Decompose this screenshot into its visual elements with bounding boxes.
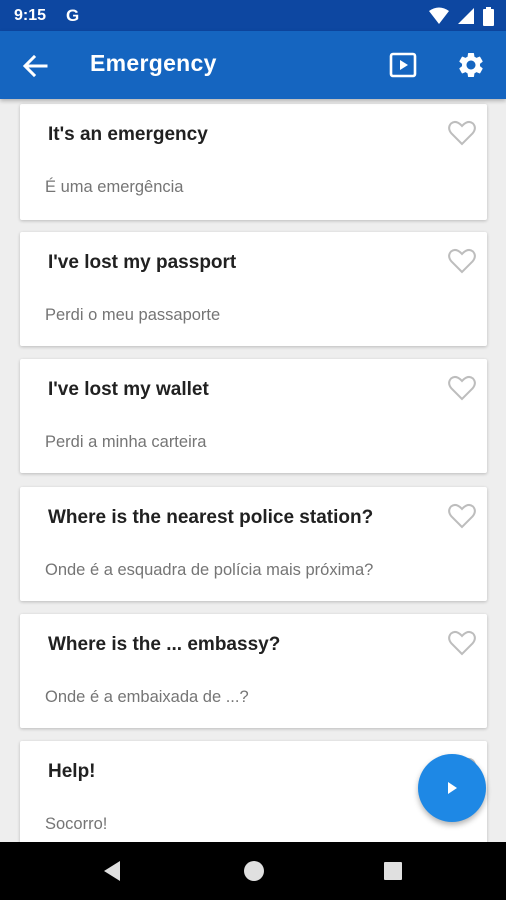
phrase-text: Where is the nearest police station? xyxy=(48,507,374,528)
status-icons xyxy=(429,6,494,26)
translation-text: É uma emergência xyxy=(45,178,184,196)
google-g-icon: G xyxy=(66,6,80,25)
heart-outline-icon[interactable] xyxy=(448,120,476,146)
status-time: 9:15 xyxy=(14,7,47,24)
heart-outline-icon[interactable] xyxy=(448,503,476,529)
translation-text: Perdi o meu passaporte xyxy=(45,306,221,324)
nav-home-icon[interactable] xyxy=(244,861,264,881)
phrase-card[interactable]: It's an emergency É uma emergência xyxy=(20,104,487,220)
app-bar: Emergency xyxy=(0,31,506,99)
phrase-text: Help! xyxy=(48,761,96,782)
cell-signal-icon xyxy=(458,8,474,24)
play-all-button[interactable] xyxy=(418,754,486,822)
phrase-card[interactable]: I've lost my passport Perdi o meu passap… xyxy=(20,232,487,346)
page-title: Emergency xyxy=(90,50,217,76)
heart-outline-icon[interactable] xyxy=(448,375,476,401)
translation-text: Onde é a esquadra de polícia mais próxim… xyxy=(45,561,374,579)
back-arrow-icon[interactable] xyxy=(20,51,50,81)
phrase-text: Where is the ... embassy? xyxy=(48,634,281,655)
phrase-text: It's an emergency xyxy=(48,124,208,145)
gear-icon[interactable] xyxy=(456,50,486,80)
system-nav-bar xyxy=(0,842,506,900)
phrase-card[interactable]: Where is the ... embassy? Onde é a embai… xyxy=(20,614,487,728)
phrase-text: I've lost my wallet xyxy=(48,379,209,400)
phrase-card[interactable]: Help! Socorro! xyxy=(20,741,487,842)
phrase-text: I've lost my passport xyxy=(48,252,237,273)
status-bar: 9:15 G xyxy=(0,0,506,31)
phrase-list[interactable]: It's an emergency É uma emergência I've … xyxy=(0,99,506,842)
translation-text: Perdi a minha carteira xyxy=(45,433,207,451)
translation-text: Socorro! xyxy=(45,815,108,833)
phrase-card[interactable]: I've lost my wallet Perdi a minha cartei… xyxy=(20,359,487,473)
wifi-icon xyxy=(429,7,449,24)
play-icon xyxy=(448,782,457,794)
battery-icon xyxy=(483,6,494,26)
play-box-icon[interactable] xyxy=(388,50,418,80)
nav-recents-icon[interactable] xyxy=(384,862,402,880)
translation-text: Onde é a embaixada de ...? xyxy=(45,688,249,706)
heart-outline-icon[interactable] xyxy=(448,248,476,274)
nav-back-icon[interactable] xyxy=(102,860,122,882)
heart-outline-icon[interactable] xyxy=(448,630,476,656)
phrase-card[interactable]: Where is the nearest police station? Ond… xyxy=(20,487,487,601)
